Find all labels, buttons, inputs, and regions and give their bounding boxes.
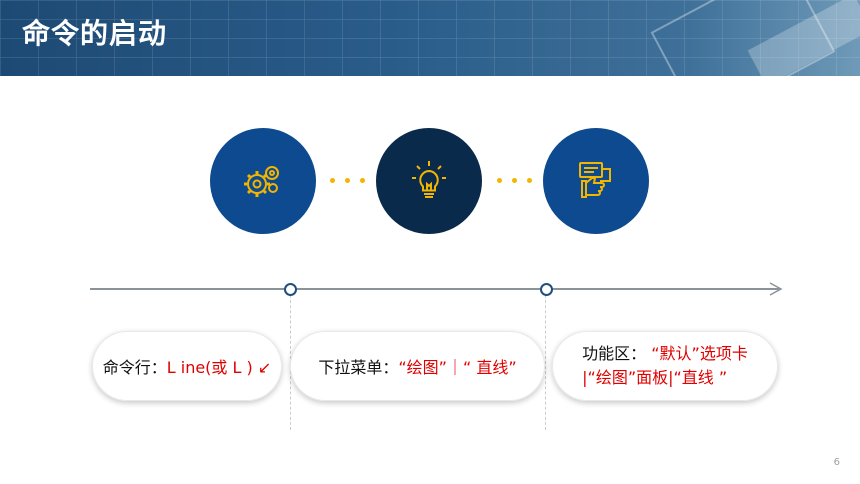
gears-icon xyxy=(244,166,279,197)
method-command-line: 命令行： L ine(或 L ) ↙ xyxy=(92,331,282,401)
timeline-node-2 xyxy=(540,283,553,296)
header-banner: 命令的启动 xyxy=(0,0,860,76)
method-ribbon: 功能区： “默认”选项卡 |“绘图”面板|“直线 ” xyxy=(552,331,778,401)
timeline-arrowhead xyxy=(769,282,783,296)
lightbulb-icon xyxy=(412,161,446,198)
page-number: 6 xyxy=(833,457,840,468)
hand-chat-icon xyxy=(579,162,611,198)
gears-circle xyxy=(210,128,316,234)
lightbulb-circle xyxy=(376,128,482,234)
page-title: 命令的启动 xyxy=(22,17,168,50)
connector-dots-1 xyxy=(330,178,365,183)
method-label: 命令行： xyxy=(102,358,167,377)
method-label: 功能区： xyxy=(582,344,647,363)
connector-dots-2 xyxy=(497,178,532,183)
method-value: “绘图”｜“ 直线” xyxy=(398,358,517,377)
method-value-line2: |“绘图”面板|“直线 ” xyxy=(582,368,728,387)
method-label: 下拉菜单： xyxy=(318,358,399,377)
method-value: “默认”选项卡 xyxy=(651,344,748,363)
method-value: L ine(或 L ) ↙ xyxy=(166,358,272,377)
method-dropdown-menu: 下拉菜单： “绘图”｜“ 直线” xyxy=(290,331,545,401)
divider-2 xyxy=(545,290,546,430)
timeline-node-1 xyxy=(284,283,297,296)
timeline-line xyxy=(90,288,780,290)
hand-chat-circle xyxy=(543,128,649,234)
